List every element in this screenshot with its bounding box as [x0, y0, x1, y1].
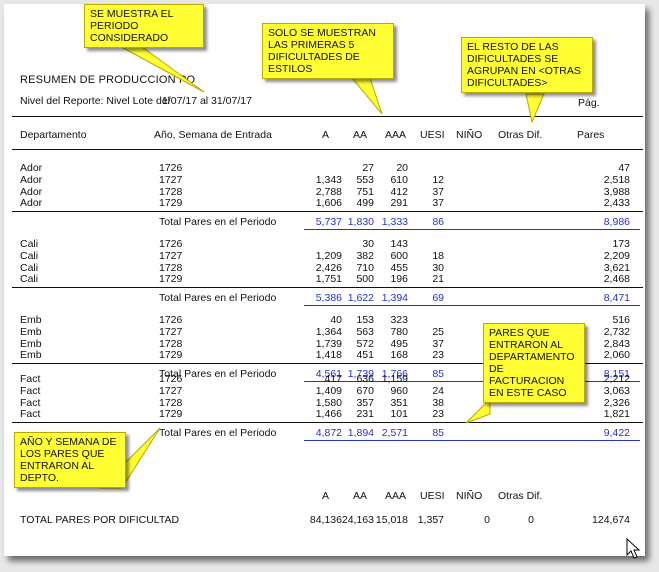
callout-period: SE MUESTRA EL PERIODO CONSIDERADO	[84, 4, 204, 48]
callout-week: AÑO Y SEMANA DE LOS PARES QUE ENTRARON A…	[14, 432, 126, 488]
mouse-cursor-icon	[626, 538, 641, 559]
report-sheet: RESUMEN DE PRODUCCION PO Nivel del Repor…	[4, 4, 645, 556]
pointer-first5	[350, 77, 383, 115]
pointer-period	[115, 43, 205, 93]
callout-rest: EL RESTO DE LAS DIFICULTADES SE AGRUPAN …	[461, 37, 593, 93]
callout-first5: SOLO SE MUESTRAN LAS PRIMERAS 5 DIFICULT…	[262, 23, 394, 79]
pointer-rest	[525, 93, 545, 124]
callout-fact: PARES QUE ENTRARON AL DEPARTAMENTO DE FA…	[483, 323, 585, 403]
